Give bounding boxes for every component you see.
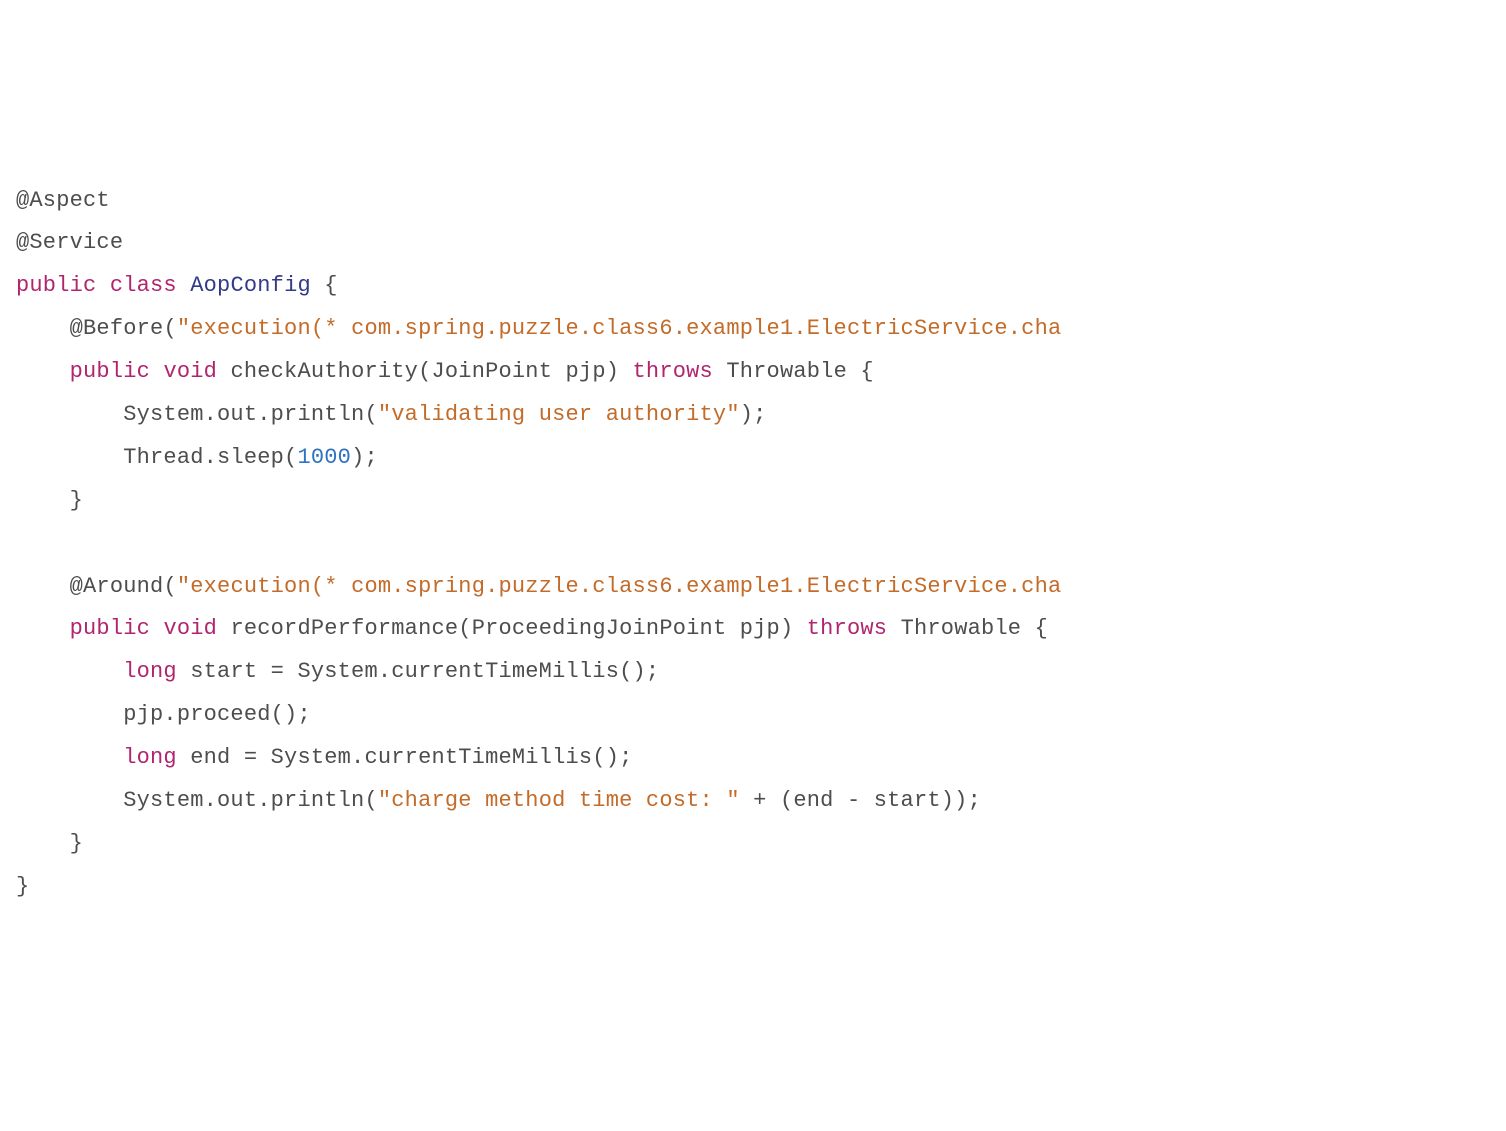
- annotation-before: @Before: [70, 316, 164, 341]
- close-brace-class: }: [16, 874, 29, 899]
- string-charge-cost: "charge method time cost: ": [378, 788, 740, 813]
- indent: [16, 831, 70, 856]
- close-brace: }: [70, 831, 83, 856]
- stmt-end: );: [351, 445, 378, 470]
- annotation-aspect: @Aspect: [16, 188, 110, 213]
- method-params: (JoinPoint pjp): [418, 359, 632, 384]
- keyword-long: long: [123, 659, 177, 684]
- close-brace: }: [70, 488, 83, 513]
- start-assign: start = System.currentTimeMillis();: [177, 659, 659, 684]
- string-around-pointcut: "execution(* com.spring.puzzle.class6.ex…: [177, 574, 1062, 599]
- keyword-public: public: [16, 273, 96, 298]
- thread-sleep-call: Thread.sleep(: [123, 445, 297, 470]
- annotation-service: @Service: [16, 230, 123, 255]
- keyword-long: long: [123, 745, 177, 770]
- keyword-throws: throws: [633, 359, 713, 384]
- paren: (: [163, 316, 176, 341]
- indent: [16, 574, 70, 599]
- stmt-end: );: [740, 402, 767, 427]
- indent: [16, 488, 70, 513]
- keyword-void: void: [163, 616, 217, 641]
- code-block: @Aspect @Service public class AopConfig …: [16, 180, 1490, 909]
- paren: (: [163, 574, 176, 599]
- indent: [16, 745, 123, 770]
- number-1000: 1000: [297, 445, 351, 470]
- keyword-void: void: [163, 359, 217, 384]
- annotation-around: @Around: [70, 574, 164, 599]
- keyword-class: class: [110, 273, 177, 298]
- method-check-authority: checkAuthority: [217, 359, 418, 384]
- method-params: (ProceedingJoinPoint pjp): [458, 616, 806, 641]
- indent: [16, 702, 123, 727]
- method-record-performance: recordPerformance: [217, 616, 458, 641]
- indent: [16, 359, 70, 384]
- sysout-call: System.out.println(: [123, 402, 378, 427]
- indent: [16, 788, 123, 813]
- class-name: AopConfig: [190, 273, 311, 298]
- end-assign: end = System.currentTimeMillis();: [177, 745, 633, 770]
- string-before-pointcut: "execution(* com.spring.puzzle.class6.ex…: [177, 316, 1062, 341]
- string-validating: "validating user authority": [378, 402, 740, 427]
- throwable-open: Throwable {: [713, 359, 874, 384]
- indent: [16, 445, 123, 470]
- sysout-call: System.out.println(: [123, 788, 378, 813]
- keyword-throws: throws: [807, 616, 887, 641]
- stmt-end: + (end - start));: [740, 788, 981, 813]
- throwable-open: Throwable {: [887, 616, 1048, 641]
- keyword-public: public: [70, 616, 150, 641]
- indent: [16, 659, 123, 684]
- pjp-proceed: pjp.proceed();: [123, 702, 311, 727]
- indent: [16, 402, 123, 427]
- indent: [16, 316, 70, 341]
- open-brace: {: [311, 273, 338, 298]
- keyword-public: public: [70, 359, 150, 384]
- indent: [16, 616, 70, 641]
